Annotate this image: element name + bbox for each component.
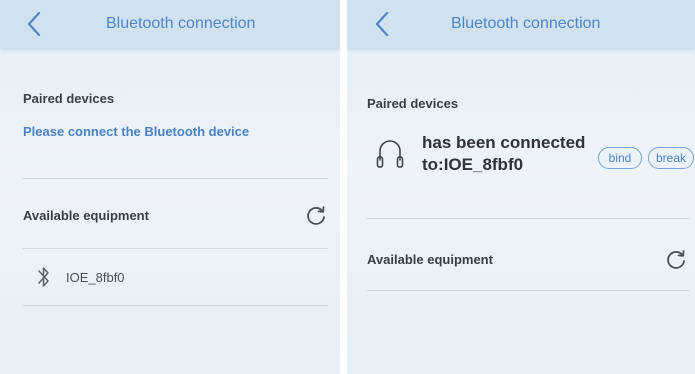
bind-button[interactable]: bind [598, 147, 642, 169]
connect-device-hint[interactable]: Please connect the Bluetooth device [23, 124, 249, 139]
connection-status: has been connected to:IOE_8fbf0 [422, 132, 585, 176]
screen-separator [340, 0, 347, 374]
top-bar: Bluetooth connection [347, 0, 695, 48]
chevron-left-icon[interactable] [24, 10, 44, 38]
divider [23, 248, 328, 249]
bluetooth-screen-connected: Bluetooth connection Paired devices has … [347, 0, 695, 374]
refresh-icon[interactable] [305, 205, 327, 227]
divider [23, 305, 328, 306]
page-title: Bluetooth connection [451, 15, 601, 32]
page-title: Bluetooth connection [106, 15, 256, 32]
break-button[interactable]: break [648, 147, 694, 169]
available-equipment-label: Available equipment [23, 208, 149, 223]
divider [367, 290, 689, 291]
paired-devices-label: Paired devices [23, 91, 115, 106]
headphones-icon [376, 140, 404, 168]
connected-device-row: has been connected to:IOE_8fbf0 bind bre… [367, 124, 694, 188]
bluetooth-icon [38, 267, 49, 287]
chevron-left-icon[interactable] [372, 10, 392, 38]
device-row-ioe-8fbf0[interactable]: IOE_8fbf0 [23, 258, 328, 298]
divider [23, 178, 328, 179]
connection-status-line1: has been connected [422, 133, 586, 152]
refresh-icon[interactable] [665, 249, 687, 271]
connection-status-line2: to:IOE_8fbf0 [422, 155, 524, 174]
bluetooth-screen-disconnected: Bluetooth connection Paired devices Plea… [0, 0, 340, 374]
paired-devices-label: Paired devices [367, 96, 459, 111]
top-bar: Bluetooth connection [0, 0, 340, 48]
divider [367, 218, 689, 219]
available-equipment-label: Available equipment [367, 252, 493, 267]
device-name: IOE_8fbf0 [66, 270, 125, 285]
